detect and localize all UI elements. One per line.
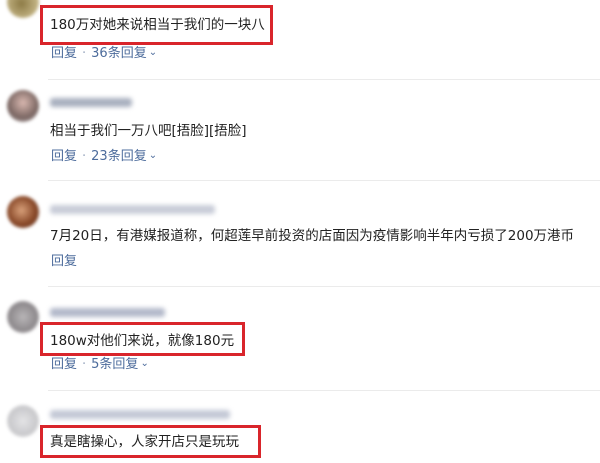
comment-item: 180万对她来说相当于我们的一块八 回复 · 36条回复 ⌄ — [0, 0, 600, 75]
comment-item: 真是瞎操心，人家开店只是玩玩 — [0, 391, 600, 463]
chevron-down-icon[interactable]: ⌄ — [149, 148, 157, 164]
separator: · — [82, 46, 87, 61]
view-replies-link[interactable]: 36条回复 — [91, 46, 147, 62]
comment-actions: 回复 · 5条回复 ⌄ — [51, 357, 149, 374]
comment-actions: 回复 · 36条回复 ⌄ — [51, 46, 157, 63]
reply-link[interactable]: 回复 — [51, 149, 77, 165]
comment-text: 7月20日，有港媒报道称，何超莲早前投资的店面因为疫情影响半年内亏损了200万港… — [50, 228, 575, 244]
reply-link[interactable]: 回复 — [51, 46, 77, 62]
highlight-box — [40, 5, 273, 45]
reply-link[interactable]: 回复 — [51, 357, 77, 373]
comment-item: 7月20日，有港媒报道称，何超莲早前投资的店面因为疫情影响半年内亏损了200万港… — [0, 181, 600, 281]
avatar[interactable] — [7, 90, 39, 122]
comment-item: 180w对他们来说，就像180元 回复 · 5条回复 ⌄ — [0, 287, 600, 387]
username[interactable] — [50, 205, 215, 214]
username[interactable] — [50, 410, 230, 419]
separator: · — [82, 357, 87, 372]
separator: · — [82, 149, 87, 164]
username[interactable] — [50, 98, 132, 107]
avatar[interactable] — [7, 405, 39, 437]
username[interactable] — [50, 308, 165, 317]
comment-actions: 回复 — [51, 254, 77, 271]
comment-text: 相当于我们一万八吧[捂脸][捂脸] — [50, 123, 247, 139]
chevron-down-icon[interactable]: ⌄ — [140, 356, 148, 372]
comment-item: 相当于我们一万八吧[捂脸][捂脸] 回复 · 23条回复 ⌄ — [0, 80, 600, 176]
avatar[interactable] — [7, 196, 39, 228]
reply-link[interactable]: 回复 — [51, 254, 77, 270]
comment-actions: 回复 · 23条回复 ⌄ — [51, 149, 157, 166]
view-replies-link[interactable]: 5条回复 — [91, 357, 138, 373]
avatar[interactable] — [7, 0, 39, 18]
avatar[interactable] — [7, 301, 39, 333]
chevron-down-icon[interactable]: ⌄ — [149, 45, 157, 61]
view-replies-link[interactable]: 23条回复 — [91, 149, 147, 165]
highlight-box — [40, 322, 245, 356]
highlight-box — [40, 425, 261, 458]
